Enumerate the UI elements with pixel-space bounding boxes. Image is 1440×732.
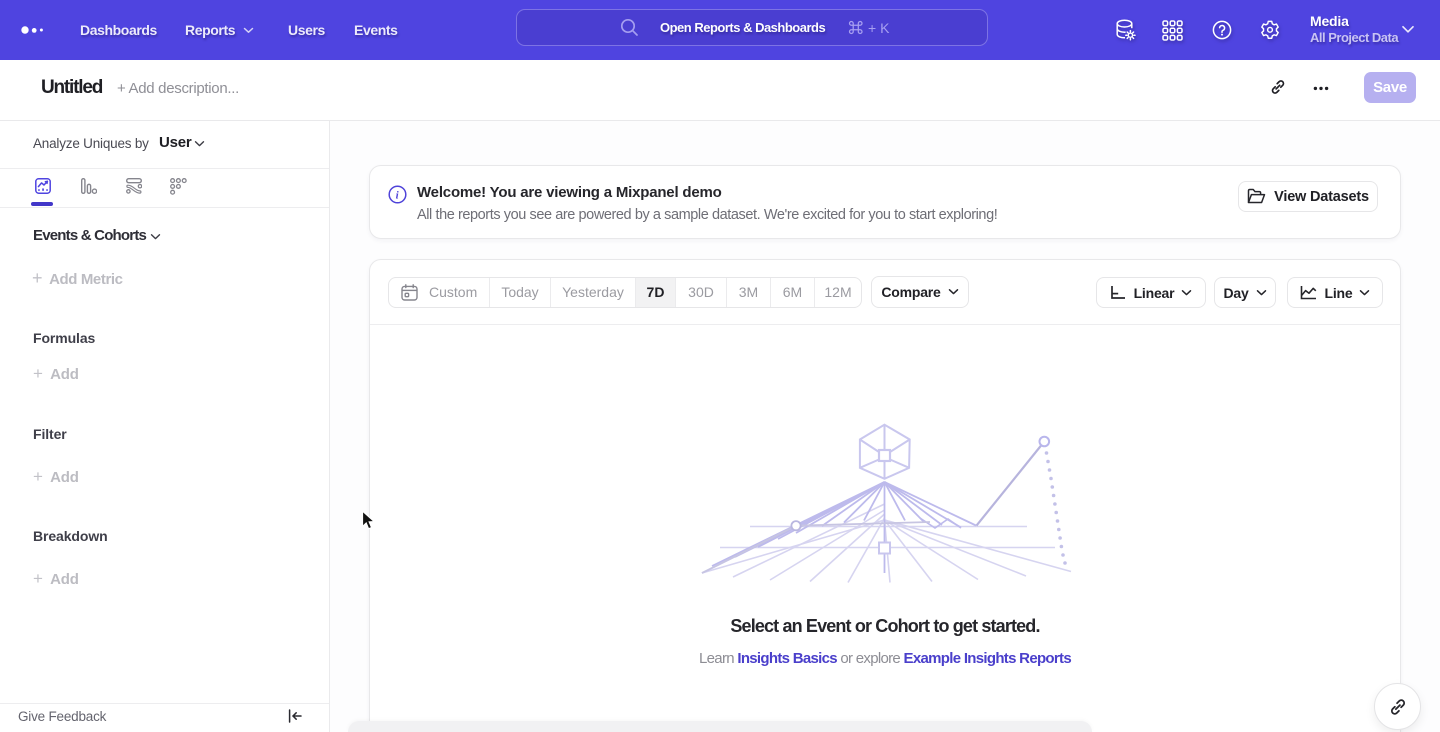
svg-text:i: i: [396, 189, 400, 201]
